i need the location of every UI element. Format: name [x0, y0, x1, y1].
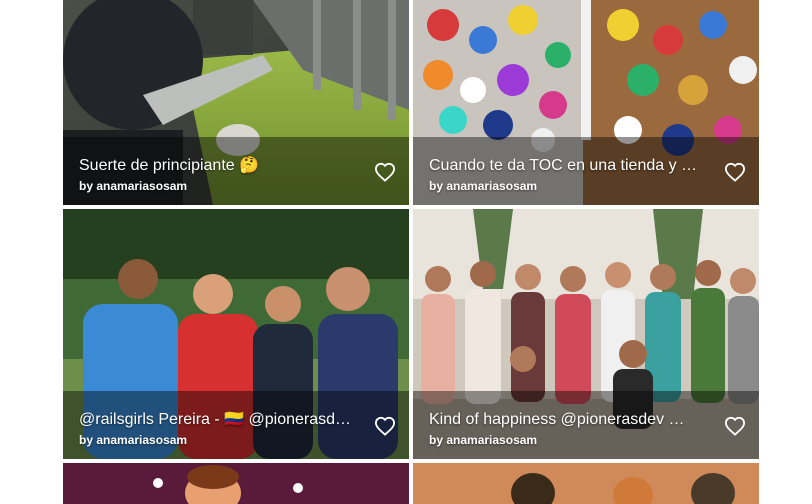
by-label: by	[79, 179, 94, 193]
heart-outline-icon	[374, 416, 396, 436]
author-link[interactable]: anamariasosam	[96, 179, 187, 193]
photo-card-6[interactable]	[413, 463, 759, 504]
photo-card-3[interactable]: @railsgirls Pereira - 🇨🇴 @pionerasdev ..…	[63, 209, 409, 459]
photo-grid: Suerte de principiante 🤔 by anamariasosa…	[63, 0, 759, 504]
card-byline: by anamariasosam	[429, 179, 537, 193]
card-title[interactable]: Kind of happiness @pionerasdev 👩‍💻 👩‍💻 .…	[429, 410, 703, 430]
photo-cartoon-partial	[63, 463, 409, 504]
card-title[interactable]: @railsgirls Pereira - 🇨🇴 @pionerasdev ..…	[79, 410, 353, 430]
card-byline: by anamariasosam	[79, 433, 187, 447]
photo-card-5[interactable]	[63, 463, 409, 504]
author-link[interactable]: anamariasosam	[96, 433, 187, 447]
card-title[interactable]: Cuando te da TOC en una tienda y org...	[429, 156, 703, 176]
photo-card-1[interactable]: Suerte de principiante 🤔 by anamariasosa…	[63, 0, 409, 205]
by-label: by	[429, 179, 444, 193]
author-link[interactable]: anamariasosam	[446, 433, 537, 447]
heart-outline-icon	[724, 416, 746, 436]
heart-outline-icon	[724, 162, 746, 182]
card-title[interactable]: Suerte de principiante 🤔	[79, 156, 353, 176]
by-label: by	[429, 433, 444, 447]
like-button[interactable]	[373, 415, 397, 437]
like-button[interactable]	[723, 415, 747, 437]
by-label: by	[79, 433, 94, 447]
heart-outline-icon	[374, 162, 396, 182]
card-byline: by anamariasosam	[429, 433, 537, 447]
photo-card-2[interactable]: Cuando te da TOC en una tienda y org... …	[413, 0, 759, 205]
photo-card-4[interactable]: Kind of happiness @pionerasdev 👩‍💻 👩‍💻 .…	[413, 209, 759, 459]
photo-people-partial	[413, 463, 759, 504]
like-button[interactable]	[373, 161, 397, 183]
like-button[interactable]	[723, 161, 747, 183]
card-byline: by anamariasosam	[79, 179, 187, 193]
author-link[interactable]: anamariasosam	[446, 179, 537, 193]
